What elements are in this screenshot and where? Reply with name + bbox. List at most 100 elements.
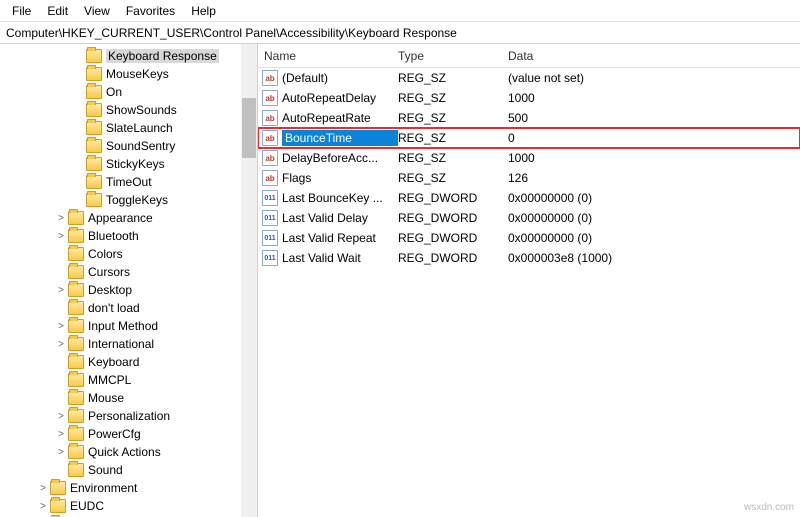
- string-value-icon: ab: [262, 110, 278, 126]
- tree-item[interactable]: ShowSounds: [0, 101, 257, 119]
- value-name: BounceTime: [282, 130, 398, 146]
- tree-item-label: Keyboard: [88, 355, 139, 369]
- value-row[interactable]: 011Last Valid WaitREG_DWORD0x000003e8 (1…: [258, 248, 800, 268]
- menu-edit[interactable]: Edit: [39, 2, 76, 20]
- tree-item[interactable]: StickyKeys: [0, 155, 257, 173]
- folder-icon: [68, 445, 84, 459]
- tree-item-label: EUDC: [70, 499, 104, 513]
- value-row[interactable]: 011Last BounceKey ...REG_DWORD0x00000000…: [258, 188, 800, 208]
- value-row[interactable]: abBounceTimeREG_SZ0: [258, 128, 800, 148]
- tree-item[interactable]: >Input Method: [0, 317, 257, 335]
- menu-help[interactable]: Help: [183, 2, 224, 20]
- expand-toggle-icon[interactable]: >: [54, 213, 68, 224]
- value-row[interactable]: abAutoRepeatRateREG_SZ500: [258, 108, 800, 128]
- value-type: REG_DWORD: [398, 211, 508, 225]
- menu-file[interactable]: File: [4, 2, 39, 20]
- tree-item-label: Sound: [88, 463, 123, 477]
- tree-item[interactable]: TimeOut: [0, 173, 257, 191]
- tree-item[interactable]: Cursors: [0, 263, 257, 281]
- value-row[interactable]: abAutoRepeatDelayREG_SZ1000: [258, 88, 800, 108]
- folder-icon: [68, 391, 84, 405]
- tree-item-label: TimeOut: [106, 175, 152, 189]
- value-type: REG_DWORD: [398, 231, 508, 245]
- address-bar[interactable]: Computer\HKEY_CURRENT_USER\Control Panel…: [0, 22, 800, 44]
- folder-icon: [68, 409, 84, 423]
- value-data: 0x00000000 (0): [508, 211, 800, 225]
- folder-icon: [68, 229, 84, 243]
- value-data: 1000: [508, 91, 800, 105]
- value-data: 0x00000000 (0): [508, 191, 800, 205]
- value-type: REG_SZ: [398, 171, 508, 185]
- tree-item[interactable]: >Bluetooth: [0, 227, 257, 245]
- value-list[interactable]: Name Type Data ab(Default)REG_SZ(value n…: [258, 44, 800, 517]
- expand-toggle-icon[interactable]: >: [54, 285, 68, 296]
- expand-toggle-icon[interactable]: >: [54, 231, 68, 242]
- tree-item[interactable]: >International: [0, 335, 257, 353]
- tree-item[interactable]: Keyboard Response: [0, 47, 257, 65]
- tree-item[interactable]: MouseKeys: [0, 65, 257, 83]
- value-data: 0: [508, 131, 800, 145]
- folder-icon: [86, 85, 102, 99]
- menu-favorites[interactable]: Favorites: [118, 2, 183, 20]
- tree-item-label: MMCPL: [88, 373, 131, 387]
- tree-item[interactable]: MMCPL: [0, 371, 257, 389]
- column-name[interactable]: Name: [258, 49, 398, 63]
- tree-item[interactable]: > Environment: [0, 479, 257, 497]
- expand-toggle-icon[interactable]: >: [36, 501, 50, 512]
- column-type[interactable]: Type: [398, 49, 508, 63]
- tree-item[interactable]: Sound: [0, 461, 257, 479]
- tree-scrollbar-thumb[interactable]: [242, 98, 256, 158]
- expand-toggle-icon[interactable]: >: [54, 339, 68, 350]
- expand-toggle-icon[interactable]: >: [54, 429, 68, 440]
- tree-item-label: Appearance: [88, 211, 153, 225]
- value-name: DelayBeforeAcc...: [282, 151, 398, 165]
- tree-item[interactable]: >Personalization: [0, 407, 257, 425]
- tree-item[interactable]: Keyboard: [0, 353, 257, 371]
- tree-item-label: Cursors: [88, 265, 130, 279]
- expand-toggle-icon[interactable]: >: [54, 321, 68, 332]
- string-value-icon: ab: [262, 90, 278, 106]
- value-data: 126: [508, 171, 800, 185]
- tree-item[interactable]: >PowerCfg: [0, 425, 257, 443]
- watermark: wsxdn.com: [744, 502, 794, 513]
- value-row[interactable]: 011Last Valid DelayREG_DWORD0x00000000 (…: [258, 208, 800, 228]
- folder-icon: [86, 175, 102, 189]
- folder-icon: [86, 49, 102, 63]
- tree-item[interactable]: > EUDC: [0, 497, 257, 515]
- value-row[interactable]: ab(Default)REG_SZ(value not set): [258, 68, 800, 88]
- tree-item[interactable]: ToggleKeys: [0, 191, 257, 209]
- tree-scrollbar[interactable]: [241, 44, 257, 517]
- tree-item[interactable]: Colors: [0, 245, 257, 263]
- value-row[interactable]: abFlagsREG_SZ126: [258, 168, 800, 188]
- list-header[interactable]: Name Type Data: [258, 44, 800, 68]
- tree-item[interactable]: don't load: [0, 299, 257, 317]
- tree-item-label: Environment: [70, 481, 137, 495]
- tree-item[interactable]: > Appearance: [0, 209, 257, 227]
- tree-item-label: MouseKeys: [106, 67, 169, 81]
- registry-tree[interactable]: Keyboard Response MouseKeys On ShowSounds Sl…: [0, 44, 258, 517]
- expand-toggle-icon[interactable]: >: [54, 411, 68, 422]
- tree-item[interactable]: On: [0, 83, 257, 101]
- value-row[interactable]: abDelayBeforeAcc...REG_SZ1000: [258, 148, 800, 168]
- value-type: REG_DWORD: [398, 251, 508, 265]
- folder-icon: [50, 499, 66, 513]
- tree-item[interactable]: Mouse: [0, 389, 257, 407]
- string-value-icon: ab: [262, 150, 278, 166]
- value-type: REG_SZ: [398, 131, 508, 145]
- menu-view[interactable]: View: [76, 2, 118, 20]
- tree-item[interactable]: >Quick Actions: [0, 443, 257, 461]
- tree-item[interactable]: SoundSentry: [0, 137, 257, 155]
- value-name: Last BounceKey ...: [282, 191, 398, 205]
- tree-item[interactable]: SlateLaunch: [0, 119, 257, 137]
- tree-item-label: ShowSounds: [106, 103, 177, 117]
- expand-toggle-icon[interactable]: >: [54, 447, 68, 458]
- expand-toggle-icon[interactable]: >: [36, 483, 50, 494]
- value-data: 1000: [508, 151, 800, 165]
- string-value-icon: ab: [262, 70, 278, 86]
- folder-icon: [68, 265, 84, 279]
- value-type: REG_SZ: [398, 111, 508, 125]
- tree-item[interactable]: >Desktop: [0, 281, 257, 299]
- column-data[interactable]: Data: [508, 49, 800, 63]
- content-area: Keyboard Response MouseKeys On ShowSounds Sl…: [0, 44, 800, 517]
- value-row[interactable]: 011Last Valid RepeatREG_DWORD0x00000000 …: [258, 228, 800, 248]
